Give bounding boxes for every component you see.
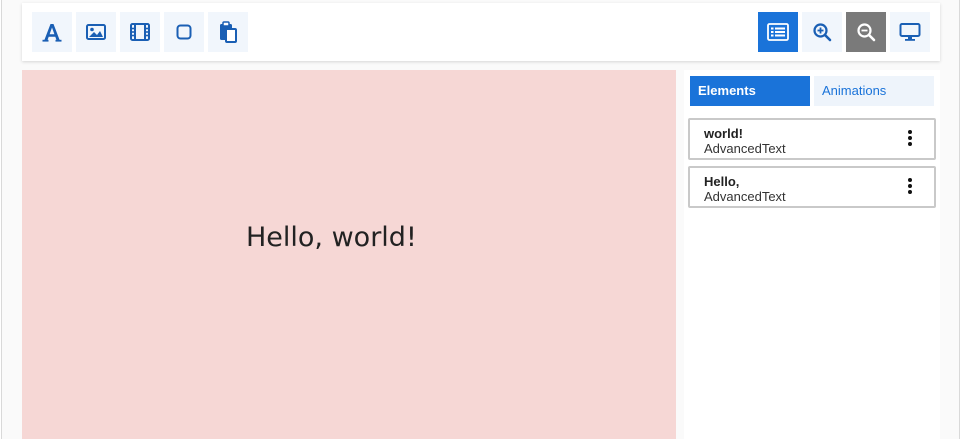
toolbar — [22, 3, 940, 61]
add-text-button[interactable] — [32, 12, 72, 52]
add-shape-button[interactable] — [164, 12, 204, 52]
paste-button[interactable] — [208, 12, 248, 52]
element-list-item[interactable]: Hello, AdvancedText — [688, 166, 936, 208]
zoom-out-icon — [857, 23, 876, 42]
shape-icon — [176, 24, 192, 40]
stage-canvas[interactable]: Hello, world! — [22, 70, 676, 439]
canvas-text[interactable]: Hello, world! — [246, 222, 417, 253]
element-type: AdvancedText — [704, 141, 786, 156]
list-icon — [767, 23, 789, 41]
panel-tabs: Elements Animations — [690, 76, 934, 106]
zoom-in-button[interactable] — [802, 12, 842, 52]
side-panel: Elements Animations world! AdvancedText … — [684, 70, 940, 439]
tab-elements[interactable]: Elements — [690, 76, 810, 106]
zoom-out-button[interactable] — [846, 12, 886, 52]
add-video-button[interactable] — [120, 12, 160, 52]
text-icon — [42, 24, 62, 42]
kebab-menu-icon[interactable] — [908, 178, 912, 196]
tab-animations[interactable]: Animations — [814, 76, 934, 106]
paste-icon — [220, 21, 237, 43]
element-list-item[interactable]: world! AdvancedText — [688, 118, 936, 160]
add-image-button[interactable] — [76, 12, 116, 52]
zoom-in-icon — [813, 23, 832, 42]
element-title: Hello, — [704, 174, 740, 189]
kebab-menu-icon[interactable] — [908, 130, 912, 148]
element-title: world! — [704, 126, 743, 141]
layers-list-button[interactable] — [758, 12, 798, 52]
element-type: AdvancedText — [704, 189, 786, 204]
monitor-icon — [899, 23, 921, 41]
video-icon — [130, 23, 150, 41]
preview-button[interactable] — [890, 12, 930, 52]
image-icon — [86, 24, 106, 40]
